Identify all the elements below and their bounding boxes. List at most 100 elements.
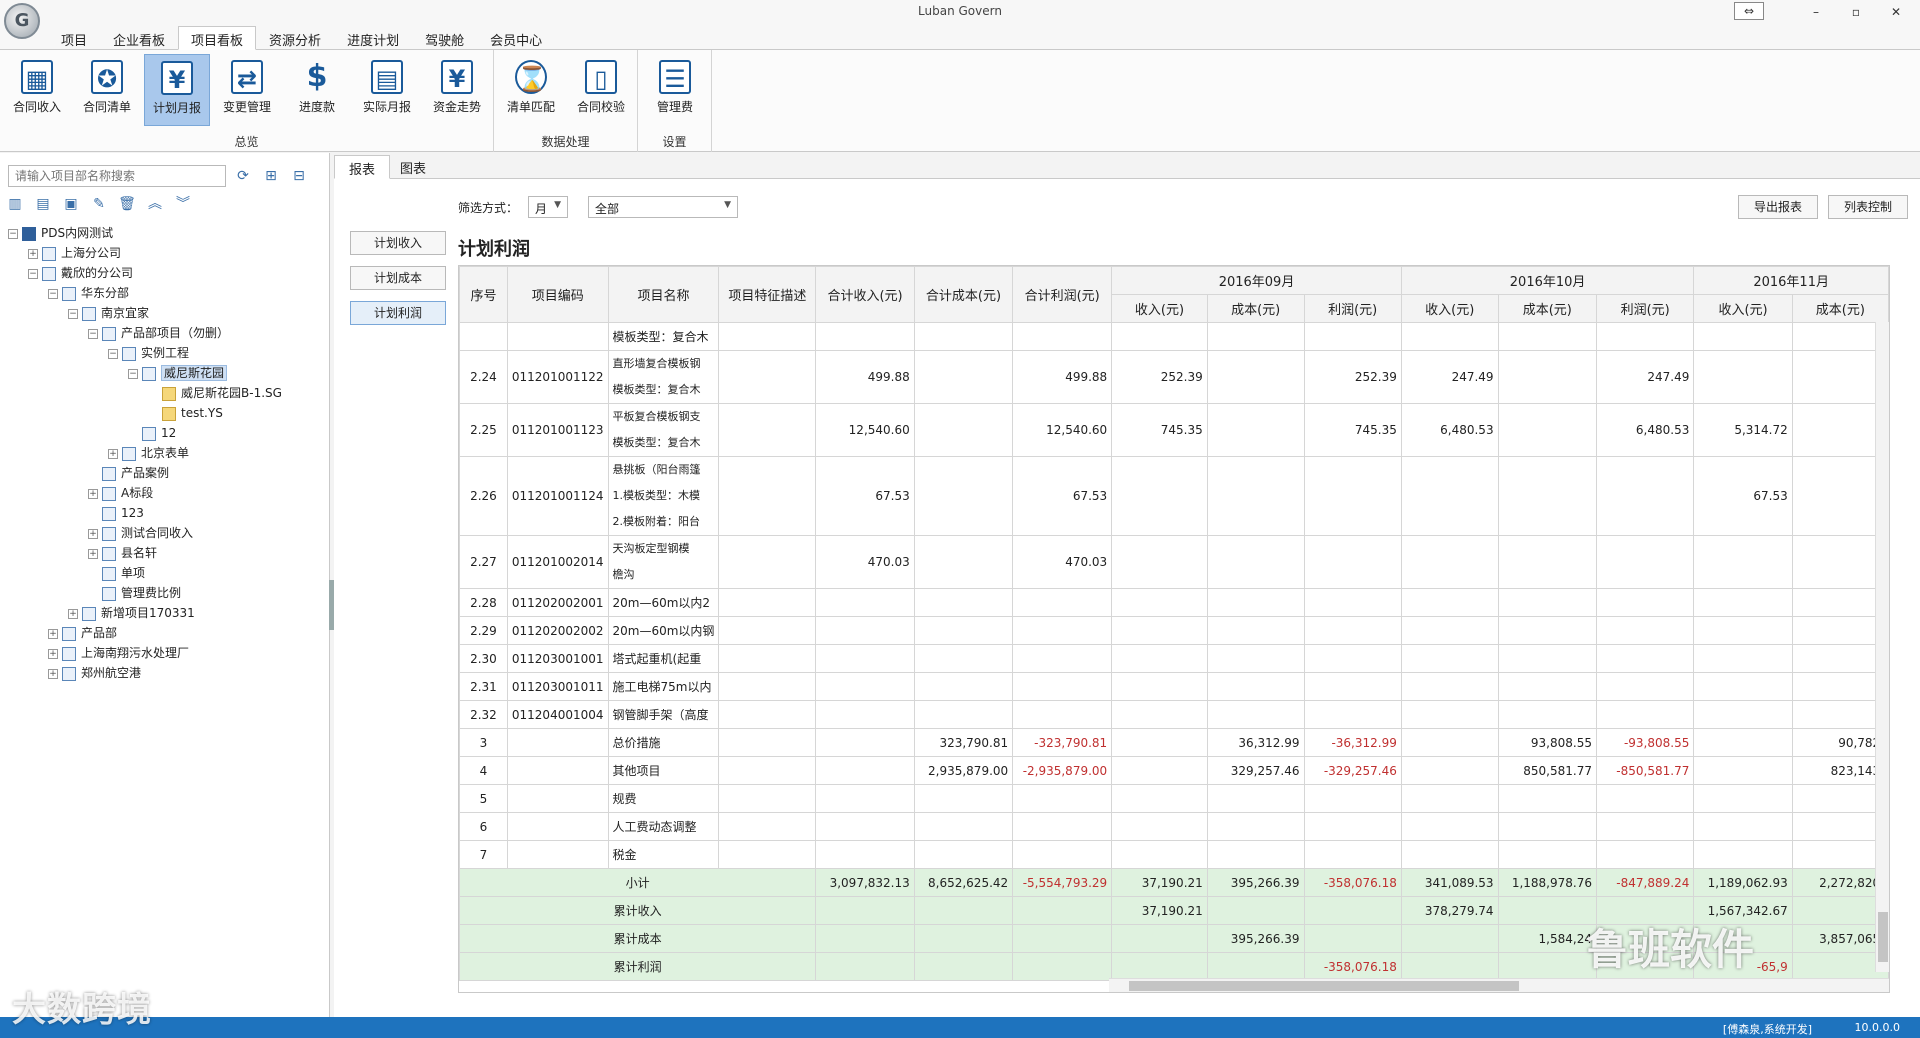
table-row[interactable]: 4 其他项目 2,935,879.00 -2,935,879.00 329,257.46… <box>459 756 1889 785</box>
expand-icon[interactable]: + <box>48 648 58 659</box>
expand-icon[interactable]: + <box>88 548 98 559</box>
ribbon-button-0-1[interactable]: ✪ 合同清单 <box>74 54 140 126</box>
expand-icon[interactable]: + <box>68 608 78 619</box>
tree-node[interactable]: + 新增项目170331 <box>68 603 195 623</box>
ribbon-button-0-4[interactable]: $ 进度款 <box>284 54 350 126</box>
expand-icon[interactable]: + <box>108 448 118 459</box>
vertical-scrollbar[interactable] <box>1875 322 1889 972</box>
tree-node[interactable]: + 上海分公司 <box>28 243 121 263</box>
edit-icon[interactable]: ✎ <box>90 195 108 213</box>
column-header[interactable]: 项目名称 <box>607 266 720 323</box>
table-row[interactable]: 3 总价措施 323,790.81 -323,790.81 36,312.99 -36,3… <box>459 728 1889 757</box>
menu-tab-3[interactable]: 资源分析 <box>256 26 334 50</box>
expand-icon[interactable]: + <box>48 668 58 679</box>
sub-column-header[interactable]: 收入(元) <box>1111 294 1208 323</box>
menu-tab-5[interactable]: 驾驶舱 <box>412 26 477 50</box>
minimize-button[interactable]: – <box>1798 2 1834 22</box>
table-row[interactable]: 2.31 011203001011 施工电梯75m以内 <box>459 672 1889 701</box>
tree-node[interactable]: − PDS内网测试 <box>8 223 113 243</box>
menu-tab-2[interactable]: 项目看板 <box>178 26 257 50</box>
tree-node[interactable]: − 产品部项目（勿删） <box>88 323 229 343</box>
menu-tab-4[interactable]: 进度计划 <box>334 26 412 50</box>
tree-node[interactable]: + A标段 <box>88 483 153 503</box>
plan-profit-button[interactable]: 计划利润 <box>350 301 446 325</box>
add-company-icon[interactable]: ▥ <box>6 195 24 213</box>
collapse-icon[interactable]: − <box>128 368 138 379</box>
sub-column-header[interactable]: 成本(元) <box>1206 294 1305 323</box>
column-control-button[interactable]: 列表控制 <box>1828 195 1908 219</box>
table-row[interactable]: 2.24 011201001122 直形墙复合模板钢 模板类型：复合木 499.88 49… <box>459 350 1889 404</box>
table-row[interactable]: 2.29 011202002002 20m—60m以内钢 <box>459 616 1889 645</box>
expand-icon[interactable]: + <box>88 488 98 499</box>
table-row[interactable]: 2.26 011201001124 悬挑板（阳台雨篷 1.模板类型：木模 2.模板附着：… <box>459 456 1889 536</box>
tree-node[interactable]: + 产品部 <box>48 623 117 643</box>
sub-column-header[interactable]: 利润(元) <box>1303 294 1402 323</box>
tree-node[interactable]: + 上海南翔污水处理厂 <box>48 643 189 663</box>
project-search-input[interactable] <box>8 165 226 187</box>
delete-icon[interactable]: 🗑 <box>118 195 136 213</box>
sub-column-header[interactable]: 收入(元) <box>1400 294 1499 323</box>
table-row[interactable]: 2.30 011203001001 塔式起重机(起重 <box>459 644 1889 673</box>
tree-node[interactable]: 123 <box>88 503 144 523</box>
column-header[interactable]: 合计收入(元) <box>815 266 915 323</box>
ribbon-button-1-1[interactable]: ▯ 合同校验 <box>568 54 634 126</box>
menu-tab-1[interactable]: 企业看板 <box>100 26 178 50</box>
tree-node[interactable]: + 县名轩 <box>88 543 157 563</box>
collapse-icon[interactable]: − <box>88 328 98 339</box>
tree-node[interactable]: − 华东分部 <box>48 283 129 303</box>
tree-node[interactable]: − 实例工程 <box>108 343 189 363</box>
tree-node[interactable]: + 北京表单 <box>108 443 189 463</box>
add-project-icon[interactable]: ▣ <box>62 195 80 213</box>
table-row[interactable]: 2.27 011201002014 天沟板定型钢模 檐沟 470.03 470.03 <box>459 535 1889 589</box>
table-row[interactable]: 2.25 011201001123 平板复合模板钢支 模板类型：复合木 12,540.6… <box>459 403 1889 457</box>
expand-icon[interactable]: + <box>88 528 98 539</box>
collapse-icon[interactable]: − <box>8 228 18 239</box>
table-row[interactable]: 模板类型：复合木 <box>459 322 1889 351</box>
tree-node[interactable]: + 测试合同收入 <box>88 523 193 543</box>
table-row[interactable]: 2.28 011202002001 20m—60m以内2 <box>459 588 1889 617</box>
tab-chart[interactable]: 图表 <box>386 155 440 179</box>
ribbon-button-0-3[interactable]: ⇄ 变更管理 <box>214 54 280 126</box>
plan-cost-button[interactable]: 计划成本 <box>350 266 446 290</box>
tree-node[interactable]: + 郑州航空港 <box>48 663 141 683</box>
expand-all-icon[interactable]: ⊞ <box>262 167 280 185</box>
table-row[interactable]: 6 人工费动态调整 <box>459 812 1889 841</box>
column-header[interactable]: 合计成本(元) <box>913 266 1014 323</box>
ribbon-button-1-0[interactable]: ⌛ 清单匹配 <box>498 54 564 126</box>
table-row[interactable]: 5 规费 <box>459 784 1889 813</box>
app-logo-icon[interactable]: G <box>4 3 40 39</box>
ribbon-button-0-2[interactable]: ¥ 计划月报 <box>144 54 210 126</box>
menu-tab-0[interactable]: 项目 <box>48 26 100 50</box>
period-select[interactable]: 月 ▼ <box>528 196 568 218</box>
column-header[interactable]: 序号 <box>459 266 508 323</box>
table-row[interactable]: 2.32 011204001004 钢管脚手架（高度 <box>459 700 1889 729</box>
sub-column-header[interactable]: 成本(元) <box>1497 294 1597 323</box>
horizontal-scroll-thumb[interactable] <box>1129 981 1519 991</box>
export-report-button[interactable]: 导出报表 <box>1738 195 1818 219</box>
expand-icon[interactable]: + <box>48 628 58 639</box>
tree-node[interactable]: 管理费比例 <box>88 583 181 603</box>
tree-node[interactable]: − 威尼斯花园 <box>128 363 228 383</box>
tree-node[interactable]: 产品案例 <box>88 463 169 483</box>
expand-icon[interactable]: + <box>28 248 38 259</box>
ribbon-button-0-5[interactable]: ▤ 实际月报 <box>354 54 420 126</box>
column-header[interactable]: 合计利润(元) <box>1012 266 1113 323</box>
add-branch-icon[interactable]: ▤ <box>34 195 52 213</box>
ribbon-button-2-0[interactable]: ☰ 管理费 <box>642 54 708 126</box>
menu-tab-6[interactable]: 会员中心 <box>477 26 555 50</box>
vertical-scroll-thumb[interactable] <box>1878 912 1888 962</box>
ribbon-button-0-6[interactable]: ¥ 资金走势 <box>424 54 490 126</box>
horizontal-scrollbar[interactable] <box>1109 978 1889 992</box>
tree-node[interactable]: − 南京宜家 <box>68 303 149 323</box>
move-up-icon[interactable]: ︽ <box>146 195 164 213</box>
ribbon-button-0-0[interactable]: ▦ 合同收入 <box>4 54 70 126</box>
summary-row[interactable]: 小计 3,097,832.13 8,652,625.42 -5,554,793.29 3… <box>459 868 1889 897</box>
table-row[interactable]: 7 税金 <box>459 840 1889 869</box>
tree-node[interactable]: − 戴欣的分公司 <box>28 263 133 283</box>
move-down-icon[interactable]: ︾ <box>174 195 192 213</box>
collapse-icon[interactable]: − <box>48 288 58 299</box>
collapse-all-icon[interactable]: ⊟ <box>290 167 308 185</box>
column-header[interactable]: 项目编码 <box>506 266 609 323</box>
tree-node[interactable]: 威尼斯花园B-1.SG <box>148 383 282 403</box>
tab-report[interactable]: 报表 <box>334 155 391 179</box>
